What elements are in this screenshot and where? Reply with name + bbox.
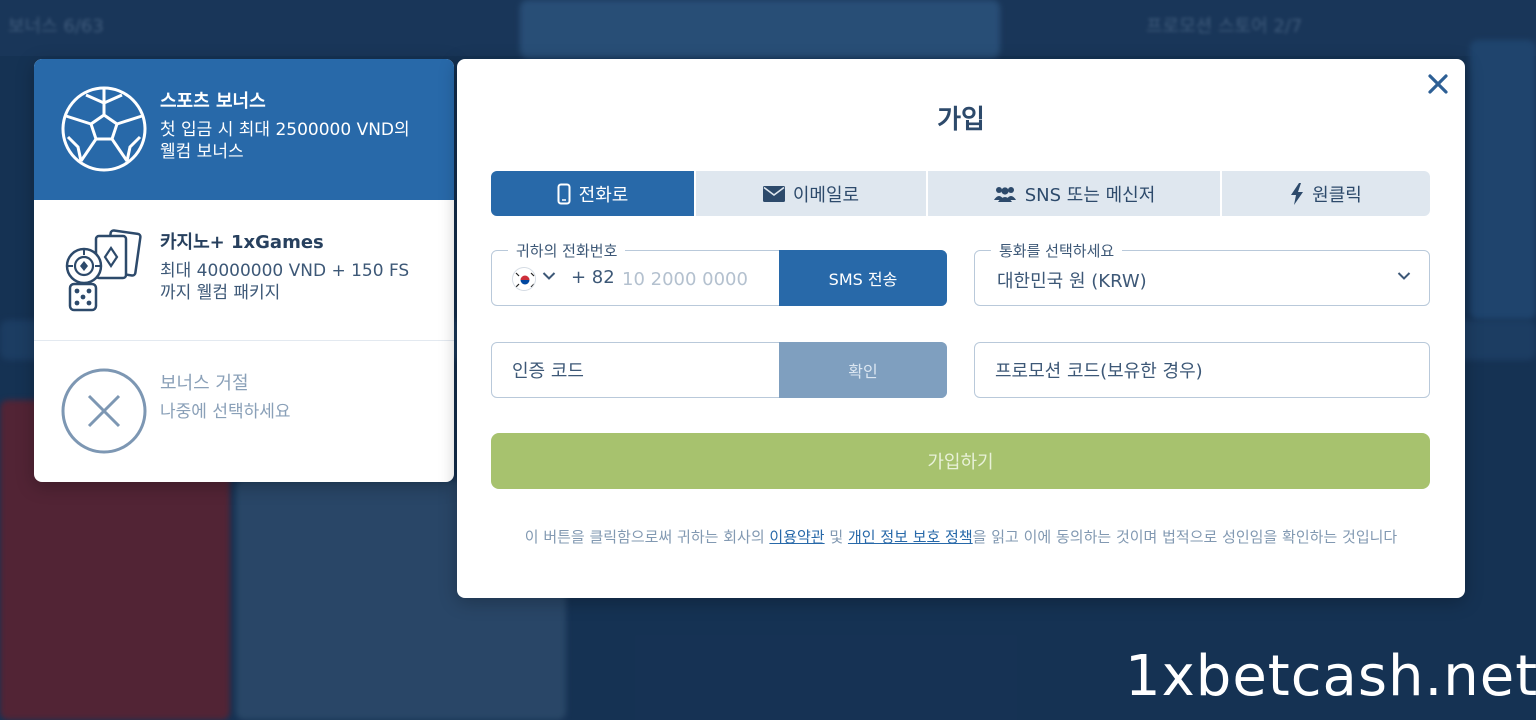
bonus-option-decline[interactable]: 보너스 거절 나중에 선택하세요 [34,341,454,482]
tab-label: 이메일로 [792,184,860,206]
bonus-title: 카지노+ 1xGames [160,232,324,253]
decline-icon [61,368,147,454]
dial-code: + 82 [571,267,615,288]
verification-code-field: 확인 [491,342,947,398]
phone-input[interactable] [622,265,772,293]
bonus-description: 웰컴 보너스 [160,142,244,162]
terms-link[interactable]: 이용약관 [769,528,824,546]
registration-tabs: 전화로 이메일로 SNS 또는 메신저 원클릭 [491,171,1430,216]
currency-value: 대한민국 원 (KRW) [997,271,1147,292]
disclaimer-text: 이 버튼을 클릭함으로써 귀하는 회사의 [524,528,770,546]
bonus-title: 스포츠 보너스 [160,91,266,112]
bonus-description: 첫 입금 시 최대 2500000 VND의 [160,120,410,140]
terms-disclaimer: 이 버튼을 클릭함으로써 귀하는 회사의 이용약관 및 개인 정보 보호 정책을… [457,526,1465,547]
watermark: 1xbetcash.net [1125,644,1536,709]
tab-label: SNS 또는 메신저 [1024,184,1156,206]
bonus-description: 까지 웰컴 패키지 [160,283,281,303]
promo-code-input[interactable] [995,357,1405,385]
bonus-option-casino[interactable]: 카지노+ 1xGames 최대 40000000 VND + 150 FS 까지… [34,200,454,341]
register-button[interactable]: 가입하기 [491,433,1430,489]
tab-one-click[interactable]: 원클릭 [1222,171,1430,216]
phone-icon [557,183,571,204]
tab-phone[interactable]: 전화로 [491,171,696,216]
verification-code-input[interactable] [512,357,762,385]
soccer-ball-icon [61,86,147,172]
currency-select[interactable]: 통화를 선택하세요 대한민국 원 (KRW) [974,240,1430,306]
currency-field-label: 통화를 선택하세요 [991,240,1123,261]
registration-modal: 가입 전화로 이메일로 SNS 또는 메신저 원클릭 귀하의 전화번호 + 82… [457,59,1465,598]
promo-code-field [974,342,1430,398]
chevron-down-icon [1397,272,1411,280]
tab-social[interactable]: SNS 또는 메신저 [928,171,1222,216]
envelope-icon [762,185,785,202]
casino-icon [65,229,142,312]
modal-title: 가입 [937,105,985,135]
disclaimer-text: 및 [824,528,848,546]
phone-field-label: 귀하의 전화번호 [508,240,626,261]
chevron-down-icon[interactable] [542,271,556,281]
privacy-policy-link[interactable]: 개인 정보 보호 정책 [848,528,973,546]
bonus-option-sports[interactable]: 스포츠 보너스 첫 입금 시 최대 2500000 VND의 웰컴 보너스 [34,59,454,200]
disclaimer-text: 을 읽고 이에 동의하는 것이며 법적으로 성인임을 확인하는 것입니다 [972,528,1398,546]
close-icon [1428,74,1448,94]
send-sms-button[interactable]: SMS 전송 [779,250,947,306]
bonus-title: 보너스 거절 [160,373,249,394]
confirm-code-button[interactable]: 확인 [779,342,947,398]
phone-field: 귀하의 전화번호 + 82 SMS 전송 [491,240,947,306]
lightning-icon [1291,182,1304,205]
bonus-description: 나중에 선택하세요 [160,402,291,422]
close-button[interactable] [1423,69,1453,99]
tab-label: 전화로 [578,184,629,206]
korea-flag-icon[interactable] [512,267,536,291]
bonus-description: 최대 40000000 VND + 150 FS [160,261,410,281]
bonus-selector: 스포츠 보너스 첫 입금 시 최대 2500000 VND의 웰컴 보너스 카지… [34,59,454,482]
users-icon [993,186,1016,202]
tab-label: 원클릭 [1312,184,1362,206]
tab-email[interactable]: 이메일로 [696,171,928,216]
